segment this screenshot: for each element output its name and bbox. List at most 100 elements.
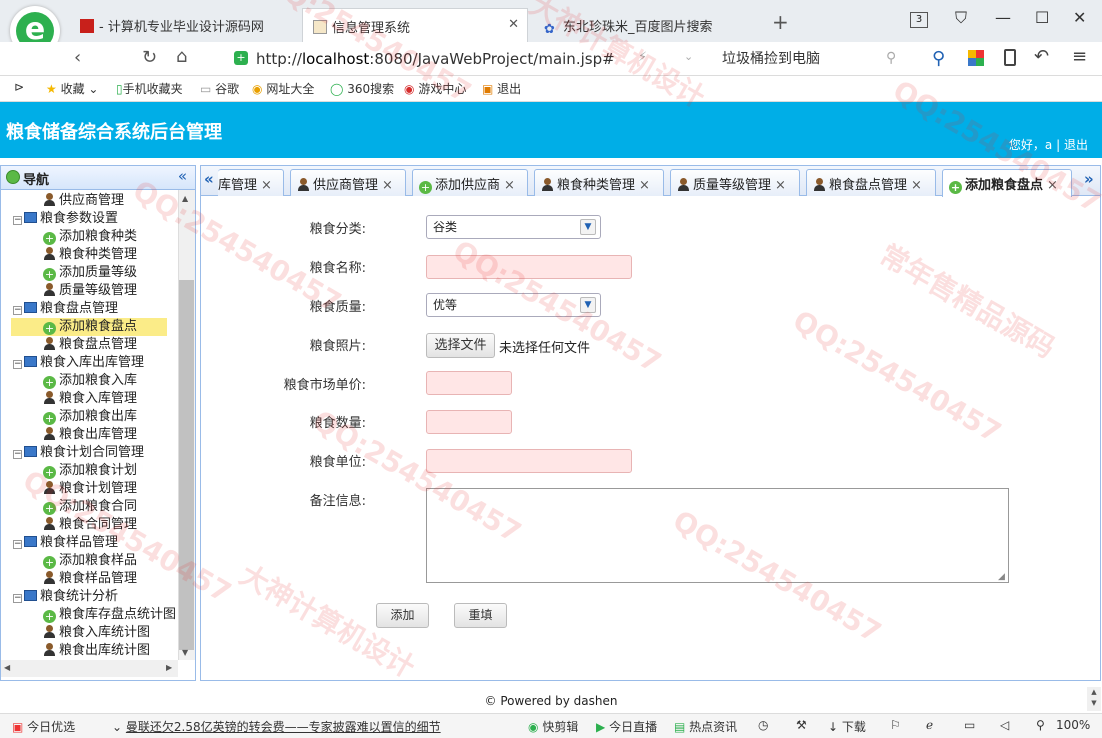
quantity-input[interactable] <box>426 410 512 434</box>
volume-icon[interactable]: ◁ <box>1000 718 1009 732</box>
maximize-icon[interactable]: ☐ <box>1035 8 1049 27</box>
close-tab-icon[interactable]: × <box>1047 178 1058 193</box>
sidebar-item[interactable]: + 添加粮食盘点 <box>11 318 167 336</box>
content-tab[interactable]: 供应商管理 × <box>290 169 406 196</box>
lightning-icon[interactable]: ⚡ <box>638 50 647 65</box>
window-icon[interactable]: ▭ <box>964 718 975 732</box>
content-tab[interactable]: + 添加粮食盘点 × <box>942 169 1072 197</box>
content-tab[interactable]: + 添加供应商 × <box>412 169 528 196</box>
sidebar-item[interactable]: 粮食出库管理 <box>43 426 137 444</box>
sidebar-item[interactable]: − 粮食参数设置 <box>13 210 118 228</box>
collapse-toggle-icon[interactable]: − <box>13 450 22 459</box>
unit-input[interactable] <box>426 449 632 473</box>
name-input[interactable] <box>426 255 632 279</box>
sidebar-toggle-icon[interactable]: ⊳ <box>14 80 24 94</box>
search-box[interactable]: 垃圾桶捡到电脑 <box>722 46 820 72</box>
browser-tab-1[interactable]: - 计算机专业毕业设计源码网 <box>70 8 296 42</box>
tab-count-badge[interactable]: 3 <box>910 12 928 28</box>
fav-google[interactable]: ▭ 谷歌 <box>200 80 239 97</box>
choose-file-button[interactable]: 选择文件 <box>426 333 495 358</box>
sidebar-item[interactable]: + 粮食库存盘点统计图 <box>43 606 176 624</box>
close-tab-icon[interactable]: × <box>639 178 650 193</box>
scroll-up-icon[interactable]: ▲ <box>182 194 188 203</box>
submit-button[interactable]: 添加 <box>376 603 429 628</box>
browser-tab-2[interactable]: 信息管理系统 ✕ <box>302 8 528 42</box>
collapse-toggle-icon[interactable]: − <box>13 594 22 603</box>
browser-tab-3[interactable]: ✿ 东北珍珠米_百度图片搜索 <box>534 8 760 42</box>
sidebar-item[interactable]: + 添加粮食计划 <box>43 462 137 480</box>
sidebar-item[interactable]: 质量等级管理 <box>43 282 137 300</box>
fav-exit[interactable]: ▣ 退出 <box>482 80 521 97</box>
tab-scroll-left-icon[interactable]: « <box>204 170 214 188</box>
scroll-left-icon[interactable]: ◀ <box>4 663 10 672</box>
sidebar-item[interactable]: − 粮食统计分析 <box>13 588 118 606</box>
close-window-icon[interactable]: ✕ <box>1073 8 1086 27</box>
sidebar-item[interactable]: 粮食出库统计图 <box>43 642 150 660</box>
sidebar-item[interactable]: + 添加粮食样品 <box>43 552 137 570</box>
remark-textarea[interactable] <box>426 488 1009 583</box>
sidebar-item[interactable]: + 添加质量等级 <box>43 264 137 282</box>
close-tab-icon[interactable]: × <box>775 178 786 193</box>
sidebar-item[interactable]: 粮食合同管理 <box>43 516 137 534</box>
collapse-icon[interactable]: « <box>178 167 187 185</box>
close-tab-icon[interactable]: × <box>261 178 272 193</box>
sidebar-item[interactable]: 粮食计划管理 <box>43 480 137 498</box>
sidebar-item[interactable]: + 添加粮食种类 <box>43 228 137 246</box>
sidebar-item[interactable]: + 添加粮食出库 <box>43 408 137 426</box>
logout-link[interactable]: 退出 <box>1064 138 1088 152</box>
phone-icon[interactable] <box>1004 49 1016 66</box>
url-dropdown-icon[interactable]: ⌄ <box>684 50 693 63</box>
close-tab-icon[interactable]: × <box>911 178 922 193</box>
fav-collect[interactable]: ★ 收藏 ⌄ <box>46 80 98 97</box>
tree-hscrollbar[interactable] <box>1 660 178 677</box>
daily-picks[interactable]: ▣ 今日优选 <box>12 718 75 735</box>
ie-icon[interactable]: ℯ <box>926 718 933 732</box>
sidebar-item[interactable]: − 粮食计划合同管理 <box>13 444 144 462</box>
content-tab[interactable]: 粮食种类管理 × <box>534 169 664 196</box>
category-select[interactable]: 谷类 ▼ <box>426 215 601 239</box>
status-live[interactable]: ▶ 今日直播 <box>596 718 657 735</box>
reset-button[interactable]: 重填 <box>454 603 507 628</box>
menu-icon[interactable]: ≡ <box>1072 46 1087 67</box>
zoom-icon[interactable]: ⚲ <box>1036 718 1045 732</box>
status-news[interactable]: ▤ 热点资讯 <box>674 718 737 735</box>
apps-icon[interactable] <box>968 50 984 66</box>
speed-icon[interactable]: ◷ <box>758 718 768 732</box>
price-input[interactable] <box>426 371 512 395</box>
url-field[interactable]: http://localhost:8080/JavaWebProject/mai… <box>256 46 736 72</box>
collapse-toggle-icon[interactable]: − <box>13 306 22 315</box>
collapse-toggle-icon[interactable]: − <box>13 540 22 549</box>
undo-icon[interactable]: ↶ <box>1034 46 1049 67</box>
content-tab[interactable]: 库管理 × <box>218 169 284 196</box>
sidebar-item[interactable]: − 粮食盘点管理 <box>13 300 118 318</box>
resize-grip-icon[interactable]: ◢ <box>998 572 1005 582</box>
content-tab[interactable]: 质量等级管理 × <box>670 169 800 196</box>
refresh-icon[interactable]: ↻ <box>142 47 157 68</box>
zoom-level[interactable]: 100% <box>1056 718 1090 732</box>
shirt-icon[interactable]: ⛉ <box>955 8 967 28</box>
quality-select[interactable]: 优等 ▼ <box>426 293 601 317</box>
back-icon[interactable]: ‹ <box>74 47 81 68</box>
minimize-icon[interactable]: — <box>995 8 1011 27</box>
news-ticker[interactable]: ⌄ 曼联还欠2.58亿英镑的转会费——专家披露难以置信的细节 <box>112 718 441 735</box>
sidebar-item[interactable]: − 粮食入库出库管理 <box>13 354 144 372</box>
status-download[interactable]: ↓ 下载 <box>828 718 866 735</box>
tab-scroll-right-icon[interactable]: » <box>1084 170 1094 188</box>
content-tab[interactable]: 粮食盘点管理 × <box>806 169 936 196</box>
home-icon[interactable]: ⌂ <box>176 46 187 67</box>
fav-360[interactable]: ◯ 360搜索 <box>330 80 394 97</box>
sidebar-item[interactable]: 粮食样品管理 <box>43 570 137 588</box>
sidebar-item[interactable]: − 粮食样品管理 <box>13 534 118 552</box>
sidebar-item[interactable]: 粮食入库统计图 <box>43 624 150 642</box>
magnifier-icon[interactable]: ⚲ <box>932 48 945 69</box>
sidebar-item[interactable]: 供应商管理 <box>43 192 124 210</box>
scroll-down-icon[interactable]: ▼ <box>182 648 188 657</box>
sidebar-item[interactable]: 粮食盘点管理 <box>43 336 137 354</box>
close-tab-icon[interactable]: × <box>382 178 393 193</box>
collapse-toggle-icon[interactable]: − <box>13 360 22 369</box>
flag-icon[interactable]: ⚐ <box>890 718 901 732</box>
broom-icon[interactable]: ⚒ <box>796 718 807 732</box>
tree-scroll-thumb[interactable] <box>179 280 194 650</box>
fav-games[interactable]: ◉ 游戏中心 <box>404 80 466 97</box>
sidebar-item[interactable]: + 添加粮食入库 <box>43 372 137 390</box>
